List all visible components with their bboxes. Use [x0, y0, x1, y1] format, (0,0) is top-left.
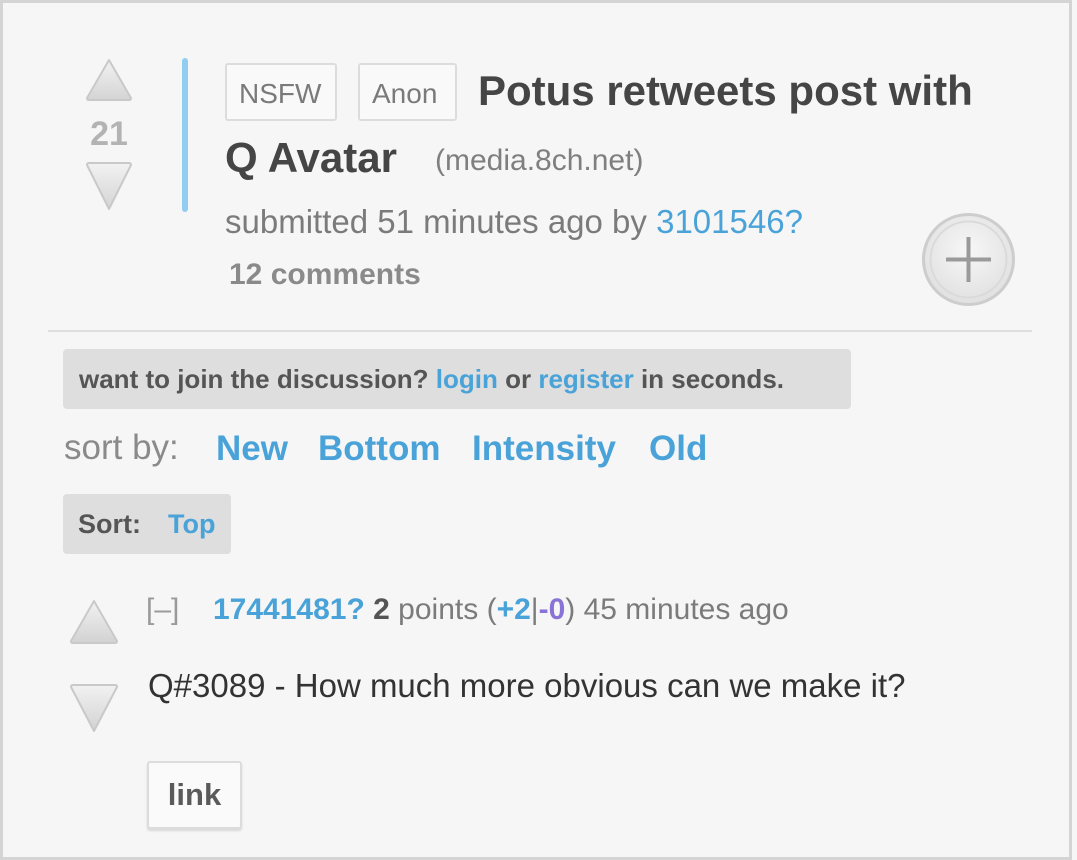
sort-option-new[interactable]: New: [216, 429, 288, 469]
comment-body: Q#3089 - How much more obvious can we ma…: [148, 667, 906, 704]
login-notice-or: or: [497, 364, 539, 394]
post-score: 21: [90, 115, 128, 153]
anon-tag: Anon: [358, 63, 457, 121]
comment-downvote-arrow-icon[interactable]: [69, 683, 119, 738]
sort-option-bottom[interactable]: Bottom: [318, 429, 440, 469]
sort-option-old[interactable]: Old: [649, 429, 707, 469]
comment-vote-separator: |: [530, 593, 539, 626]
login-notice: want to join the discussion? login or re…: [63, 349, 851, 409]
plus-circle-icon: [922, 213, 1015, 306]
comment-points-number: 2: [373, 593, 390, 626]
comment-collapse-toggle[interactable]: [–]: [146, 593, 179, 627]
current-sort-value[interactable]: Top: [168, 494, 215, 554]
sort-by-label: sort by:: [64, 428, 179, 467]
submitted-text: submitted 51 minutes ago by: [225, 203, 657, 240]
upvote-arrow-icon[interactable]: [85, 58, 133, 102]
login-notice-suffix: in seconds.: [633, 364, 784, 394]
post-author-link[interactable]: 3101546?: [656, 203, 803, 240]
expand-button[interactable]: [921, 212, 1016, 307]
comment-points-text: points (: [389, 593, 497, 626]
sort-option-intensity[interactable]: Intensity: [472, 429, 616, 469]
post-domain[interactable]: (media.8ch.net): [435, 144, 643, 178]
current-sort-label: Sort:: [78, 509, 141, 539]
comment-author-link[interactable]: 17441481?: [213, 593, 365, 626]
downvote-arrow-icon[interactable]: [85, 161, 133, 211]
register-link[interactable]: register: [538, 364, 633, 394]
comments-count-link[interactable]: 12 comments: [229, 258, 421, 292]
nsfw-tag: NSFW: [225, 63, 337, 121]
login-notice-text: want to join the discussion?: [79, 364, 436, 394]
page-frame: 21 NSFW Anon Potus retweets post with Q …: [0, 0, 1072, 860]
login-link[interactable]: login: [436, 364, 498, 394]
comment-header: 17441481? 2 points (+2|-0) 45 minutes ag…: [213, 593, 789, 627]
post-title-continued[interactable]: Q Avatar: [225, 134, 397, 182]
comment-upvote-arrow-icon[interactable]: [69, 599, 119, 650]
comment-permalink-button[interactable]: link: [147, 761, 242, 829]
post-submission-info: submitted 51 minutes ago by 3101546?: [225, 203, 803, 241]
comment-timestamp: ) 45 minutes ago: [565, 593, 789, 626]
comment-upvotes: +2: [496, 593, 531, 626]
post-title[interactable]: Potus retweets post with: [478, 67, 973, 115]
comment-downvotes: -0: [538, 593, 566, 626]
divider: [48, 330, 1032, 332]
post-accent-bar: [182, 58, 188, 212]
current-sort-box[interactable]: Sort: Top: [63, 494, 231, 554]
